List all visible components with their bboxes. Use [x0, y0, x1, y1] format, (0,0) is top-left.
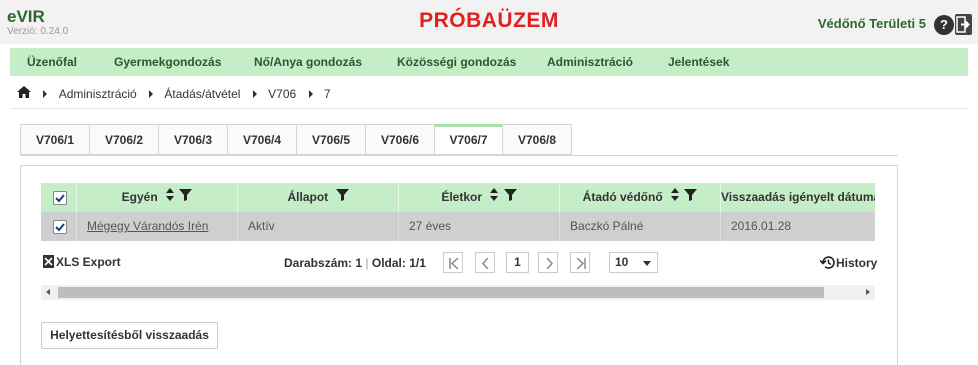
column-header-label: Életkor — [441, 190, 482, 204]
nav-item-jelentesek[interactable]: Jelentések — [668, 55, 729, 69]
column-header-atado-vedono[interactable]: Átadó védőnő — [560, 183, 721, 212]
cell-eletkor: 27 éves — [399, 212, 560, 241]
pager-info: Darabszám: 1 | Oldal: 1/1 — [284, 256, 426, 270]
breadcrumb-item[interactable]: Átadás/átvétel — [164, 87, 240, 101]
filter-icon[interactable] — [684, 183, 698, 212]
table-row[interactable]: Mégegy Várandós Irén Aktív 27 éves Baczk… — [41, 212, 875, 241]
tab-v706-2[interactable]: V706/2 — [89, 124, 159, 155]
tab-v706-8[interactable]: V706/8 — [502, 124, 572, 155]
history-label: History — [836, 256, 878, 270]
breadcrumb-item[interactable]: Adminisztráció — [59, 87, 137, 101]
prev-page-button[interactable] — [475, 252, 495, 273]
chevron-down-icon — [643, 261, 651, 266]
column-header-visszaadas-datuma[interactable]: Visszaadás igényelt dátuma — [721, 183, 875, 212]
cell-allapot: Aktív — [238, 212, 399, 241]
filter-icon[interactable] — [335, 183, 349, 212]
sort-icon[interactable] — [490, 183, 499, 212]
row-select-cell — [41, 212, 77, 241]
column-header-label: Visszaadás igényelt dátuma — [721, 190, 875, 204]
sort-icon[interactable] — [166, 183, 174, 212]
nav-item-gyermekgondozas[interactable]: Gyermekgondozás — [114, 55, 221, 69]
breadcrumb-item[interactable]: V706 — [268, 87, 296, 101]
filter-icon[interactable] — [503, 183, 517, 212]
tab-v706-1[interactable]: V706/1 — [20, 124, 90, 155]
count-value: 1 — [355, 256, 363, 270]
nav-item-uzenofal[interactable]: Üzenőfal — [27, 55, 77, 69]
select-all-cell — [41, 183, 77, 212]
history-icon — [819, 255, 836, 273]
cell-atado-vedono: Baczkó Pálné — [560, 212, 721, 241]
column-header-label: Egyén — [121, 190, 158, 204]
xls-export-label: XLS Export — [56, 255, 121, 269]
logout-icon[interactable] — [955, 14, 972, 35]
history-button[interactable]: History — [819, 255, 878, 273]
column-header-label: Átadó védőnő — [582, 190, 663, 204]
nav-item-no-anya-gondozas[interactable]: Nő/Anya gondozás — [254, 55, 362, 69]
tab-v706-6[interactable]: V706/6 — [365, 124, 435, 155]
breadcrumb-separator-icon — [149, 89, 154, 98]
breadcrumb: Adminisztráció Átadás/átvétel V706 7 — [17, 86, 331, 101]
breadcrumb-separator-icon — [43, 89, 48, 98]
page-value: 1/1 — [409, 256, 426, 270]
last-page-button[interactable] — [570, 252, 590, 273]
return-from-substitution-button[interactable]: Helyettesítésből visszaadás — [41, 322, 218, 349]
scrollbar-thumb[interactable] — [58, 287, 824, 298]
select-all-checkbox[interactable] — [53, 191, 67, 205]
main-nav: Üzenőfal Gyermekgondozás Nő/Anya gondozá… — [10, 48, 968, 76]
filter-icon[interactable] — [179, 183, 193, 212]
breadcrumb-item-current: 7 — [323, 86, 331, 101]
divider — [20, 155, 898, 156]
home-icon[interactable] — [17, 86, 31, 101]
scroll-left-icon[interactable] — [46, 289, 50, 295]
sort-icon[interactable] — [671, 183, 679, 212]
xls-export-button[interactable]: XLS Export — [43, 255, 121, 269]
user-name[interactable]: Védőnő Területi 5 — [818, 16, 926, 31]
breadcrumb-separator-icon — [252, 89, 257, 98]
column-header-egyen[interactable]: Egyén — [77, 183, 238, 212]
next-page-button[interactable] — [538, 252, 558, 273]
help-button[interactable]: ? — [934, 15, 954, 35]
cell-visszaadas-datuma: 2016.01.28 — [731, 219, 792, 233]
column-header-eletkor[interactable]: Életkor — [399, 183, 560, 212]
nav-item-adminisztracio[interactable]: Adminisztráció — [547, 55, 633, 69]
column-header-label: Állapot — [287, 190, 329, 204]
horizontal-scrollbar[interactable] — [41, 285, 875, 300]
page-size-select[interactable]: 10 — [609, 252, 658, 273]
page-label: Oldal: — [371, 256, 406, 270]
grid-header: Egyén Állapot Életkor Átadó védőnő Vissz… — [41, 183, 875, 212]
excel-icon — [43, 255, 54, 268]
page-number-input[interactable]: 1 — [506, 252, 529, 273]
app-header: eVIR Verzió: 0.24.0 PRÓBAÜZEM Védőnő Ter… — [0, 0, 978, 44]
tab-v706-7[interactable]: V706/7 — [434, 124, 503, 155]
row-checkbox[interactable] — [53, 220, 67, 234]
divider — [10, 108, 968, 109]
breadcrumb-separator-icon — [308, 89, 313, 98]
first-page-button[interactable] — [443, 252, 463, 273]
nav-item-kozossegi-gondozas[interactable]: Közösségi gondozás — [397, 55, 516, 69]
column-header-allapot[interactable]: Állapot — [238, 183, 399, 212]
count-label: Darabszám: — [284, 256, 353, 270]
tab-v706-4[interactable]: V706/4 — [227, 124, 297, 155]
page-size-value: 10 — [615, 255, 629, 269]
scroll-right-icon[interactable] — [866, 289, 870, 295]
tab-v706-5[interactable]: V706/5 — [296, 124, 366, 155]
cell-egyen-link[interactable]: Mégegy Várandós Irén — [77, 212, 238, 241]
tab-v706-3[interactable]: V706/3 — [158, 124, 228, 155]
